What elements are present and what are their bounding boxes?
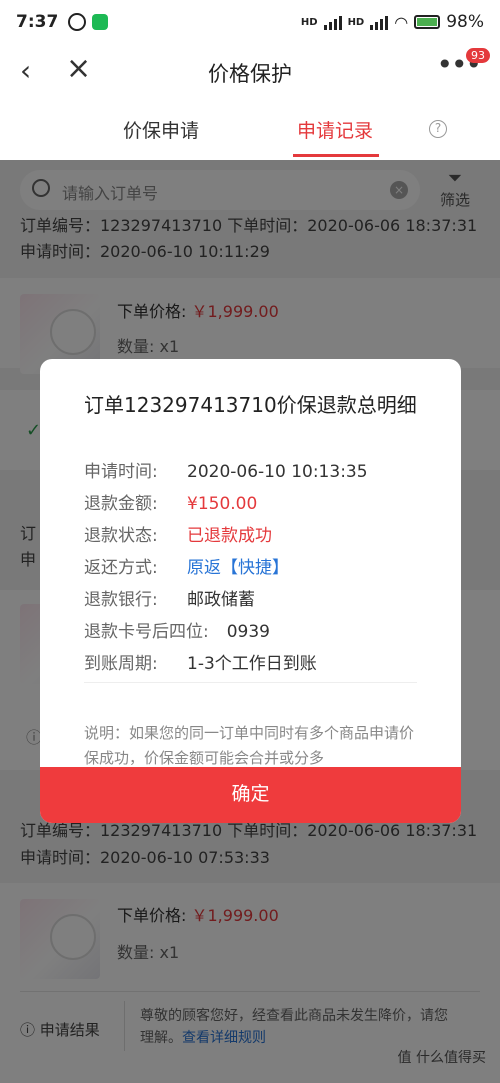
signal-icon-2 xyxy=(370,14,389,30)
tab-price-protect-apply[interactable]: 价保申请 xyxy=(123,116,199,143)
detail-row-refund-amount: 退款金额: ¥150.00 xyxy=(84,494,258,514)
detail-row-refund-bank: 退款银行: 邮政储蓄 xyxy=(84,590,255,610)
network-type-label: HD xyxy=(300,16,318,28)
status-time: 7:37 xyxy=(16,12,59,32)
detail-row-arrival-period: 到账周期: 1-3个工作日到账 xyxy=(84,654,317,674)
signal-icon xyxy=(323,14,342,30)
network-type-label-2: HD xyxy=(347,16,365,28)
tab-bar: 价保申请 申请记录 ? xyxy=(0,98,500,160)
divider xyxy=(84,682,417,683)
tab-apply-records[interactable]: 申请记录 xyxy=(297,116,373,143)
page-title: 价格保护 xyxy=(208,62,292,86)
return-method-link[interactable]: 原返【快捷】 xyxy=(187,558,289,578)
status-bar: 7:37 HD HD ◠ 98% xyxy=(0,0,500,44)
battery-icon xyxy=(414,15,441,29)
battery-percent: 98% xyxy=(446,12,484,32)
alarm-icon xyxy=(68,13,87,31)
active-tab-indicator xyxy=(293,154,379,157)
wifi-icon: ◠ xyxy=(394,12,409,32)
detail-row-refund-status: 退款状态: 已退款成功 xyxy=(84,526,272,546)
nav-bar: ‹ × 价格保护 ••• 93 xyxy=(0,44,500,98)
refund-detail-dialog: 订单123297413710价保退款总明细 申请时间: 2020-06-10 10… xyxy=(40,359,461,823)
dialog-title: 订单123297413710价保退款总明细 xyxy=(84,393,417,417)
app-notification-icon xyxy=(92,14,109,30)
dialog-note: 说明：如果您的同一订单中同时有多个商品申请价保成功，价保金额可能会合并或分多 xyxy=(84,724,415,767)
detail-row-return-method: 返还方式: 原返【快捷】 xyxy=(84,558,289,578)
confirm-button[interactable]: 确定 xyxy=(40,767,461,823)
help-icon[interactable]: ? xyxy=(429,120,447,138)
detail-row-card-last-four: 退款卡号后四位: 0939 xyxy=(84,622,270,642)
notification-badge: 93 xyxy=(466,48,490,63)
detail-row-apply-time: 申请时间: 2020-06-10 10:13:35 xyxy=(84,462,368,482)
